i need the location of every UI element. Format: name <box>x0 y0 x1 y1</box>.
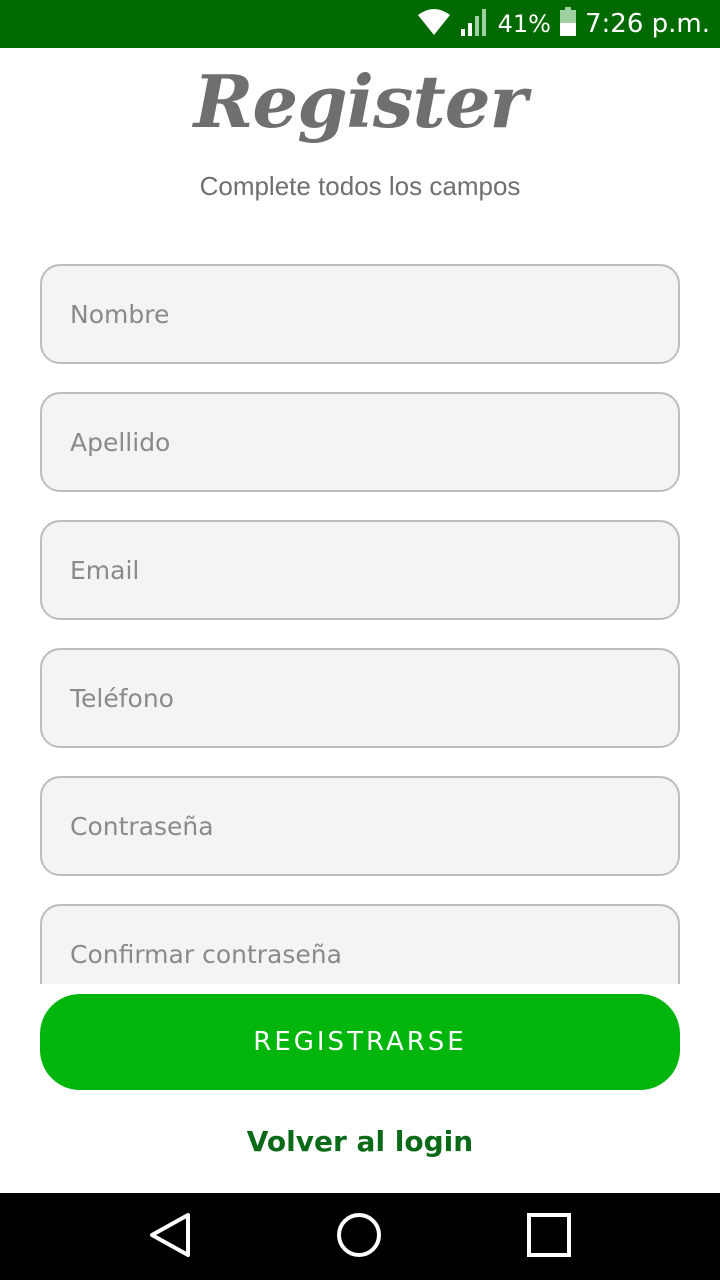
form-scroll-area[interactable] <box>0 236 720 984</box>
name-field[interactable] <box>40 264 680 364</box>
battery-percent: 41% <box>497 10 551 38</box>
page-subtitle: Complete todos los campos <box>199 171 521 201</box>
register-screen: 41% 7:26 p.m. Register Complete todos lo… <box>0 0 720 1280</box>
recents-icon <box>526 1212 572 1262</box>
confirm-password-field[interactable] <box>40 904 680 984</box>
signal-icon <box>460 7 490 41</box>
email-field[interactable] <box>40 520 680 620</box>
confirm-password-input[interactable] <box>42 906 678 984</box>
password-input[interactable] <box>42 778 678 874</box>
page-title: Register <box>193 59 528 144</box>
back-icon <box>148 1211 192 1263</box>
status-bar: 41% 7:26 p.m. <box>0 0 720 48</box>
home-button[interactable] <box>299 1193 419 1280</box>
clock: 7:26 p.m. <box>584 9 710 39</box>
navigation-bar <box>0 1193 720 1280</box>
phone-field[interactable] <box>40 648 680 748</box>
phone-input[interactable] <box>42 650 678 746</box>
wifi-icon <box>416 7 452 41</box>
back-button[interactable] <box>110 1193 230 1280</box>
lastname-input[interactable] <box>42 394 678 490</box>
recents-button[interactable] <box>489 1193 609 1280</box>
status-icons: 41% 7:26 p.m. <box>416 0 710 48</box>
battery-icon <box>559 7 577 41</box>
name-input[interactable] <box>42 266 678 362</box>
email-input[interactable] <box>42 522 678 618</box>
home-icon <box>335 1211 383 1263</box>
register-button[interactable]: REGISTRARSE <box>40 994 680 1090</box>
password-field[interactable] <box>40 776 680 876</box>
back-to-login-link[interactable]: Volver al login <box>0 1120 720 1164</box>
lastname-field[interactable] <box>40 392 680 492</box>
